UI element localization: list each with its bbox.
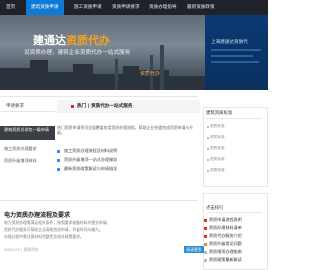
section-divider bbox=[0, 200, 198, 201]
ranking-item[interactable]: 资质增项办理指南 bbox=[209, 249, 242, 255]
standards-divider bbox=[206, 118, 262, 119]
standards-item[interactable]: 资质标准 bbox=[210, 146, 225, 151]
hero-building bbox=[0, 68, 30, 90]
standards-item[interactable]: 资质标准 bbox=[210, 168, 225, 173]
standards-title: 建筑资质标准 bbox=[206, 111, 233, 116]
hero-banner: 建通达资质代办 设资质办理，建筑企业资质代办一站式服务 上海建通达资质代 资质代… bbox=[0, 15, 268, 90]
ranking-item[interactable]: 资质办理材料清单 bbox=[209, 225, 242, 231]
nav-item-building-qualification[interactable]: 建筑资质申请 bbox=[26, 0, 64, 15]
article-meta: 2023-03 | 资质代办 bbox=[4, 247, 39, 252]
sidebar-item-active[interactable]: 建筑资质总承包一级申请 bbox=[0, 126, 55, 140]
news-bullet-text: 资质升级增项一站式办理服务 bbox=[64, 157, 118, 162]
hero-title: 建通达资质代办 bbox=[33, 32, 110, 48]
hero-side-line bbox=[211, 55, 253, 57]
list-dot-icon bbox=[207, 137, 209, 139]
news-panel: 热门 | 资质代办一站式服务 热门资质申请资讯全面覆盖各类资质办理流程，帮助企业… bbox=[57, 100, 200, 180]
list-dot-icon bbox=[207, 148, 209, 150]
bullet-icon bbox=[57, 149, 60, 153]
hero-building bbox=[30, 60, 48, 90]
hero-subtitle: 设资质办理，建筑企业资质代办一站式服务 bbox=[24, 50, 131, 56]
ranking-item[interactable]: 资质申请流程说明 bbox=[209, 217, 242, 223]
ranking-item[interactable]: 资质代办服务介绍 bbox=[209, 233, 242, 239]
hero-side-panel bbox=[205, 15, 268, 90]
hero-side-line bbox=[211, 49, 261, 51]
article-summary-line: 电力资质办理需满足相关条件，按照要求准备材料并提交申请。 bbox=[4, 220, 111, 225]
rank-badge-icon bbox=[204, 251, 207, 254]
article-summary-line: 办理过程中需注意材料完整性及相关政策要求。 bbox=[4, 234, 84, 239]
article-summary-line: 资质代办服务可帮助企业高效完成申请，节省时间与精力。 bbox=[4, 227, 103, 232]
ranking-title: 点击排行 bbox=[206, 206, 224, 211]
right-column: 建筑资质标准 资质标准 资质标准 资质标准 资质标准 资质标准 点击排行 资质申… bbox=[200, 95, 268, 270]
hero-building bbox=[169, 76, 205, 90]
standards-item[interactable]: 资质标准 bbox=[210, 124, 225, 129]
sidebar-title: 申请要求 bbox=[6, 104, 24, 109]
news-bullet[interactable]: 最新资质政策解读与申请指导 bbox=[57, 166, 200, 172]
hero-building bbox=[93, 74, 123, 90]
hero-building bbox=[73, 64, 93, 90]
top-nav: 首页 建筑资质申请 施工资质申请 资质申请要求 资质办理指导 最新资质政策 bbox=[0, 0, 268, 15]
hero-building bbox=[48, 72, 73, 90]
nav-item-guidance[interactable]: 资质办理指导 bbox=[149, 0, 177, 15]
standards-item[interactable]: 资质标准 bbox=[210, 157, 225, 162]
nav-item-policy[interactable]: 最新资质政策 bbox=[187, 0, 215, 15]
rank-badge-icon bbox=[204, 219, 207, 222]
article-title[interactable]: 电力资质办理流程及要求 bbox=[4, 210, 70, 219]
hero-watermark: 资质代办 bbox=[140, 71, 161, 77]
hero-tower bbox=[115, 59, 118, 90]
rank-badge-icon bbox=[204, 227, 207, 230]
article-card: 电力资质办理流程及要求 电力资质办理需满足相关条件，按照要求准备材料并提交申请。… bbox=[0, 210, 204, 270]
nav-item-requirements[interactable]: 资质申请要求 bbox=[112, 0, 140, 15]
sidebar-item[interactable]: 资质升级增项材料 bbox=[0, 158, 55, 164]
bullet-icon bbox=[57, 167, 60, 171]
news-paragraph: 热门资质申请资讯全面覆盖各类资质办理流程，帮助企业快速完成资质申请与升级。 bbox=[57, 125, 194, 135]
ranking-item[interactable]: 资质政策最新解读 bbox=[209, 257, 242, 263]
news-bullet[interactable]: 资质升级增项一站式办理服务 bbox=[57, 157, 200, 163]
sidebar-divider bbox=[0, 111, 55, 112]
sidebar-item[interactable]: 施工资质办理要求 bbox=[0, 146, 55, 152]
rank-badge-icon bbox=[204, 259, 207, 262]
hot-badge-icon bbox=[71, 105, 74, 108]
sidebar: 申请要求 建筑资质总承包一级申请 施工资质办理要求 资质升级增项材料 bbox=[0, 102, 55, 177]
news-headline[interactable]: 热门 | 资质代办一站式服务 bbox=[77, 103, 132, 109]
standards-item[interactable]: 资质标准 bbox=[210, 135, 225, 140]
news-bullet-text: 施工资质办理流程及材料说明 bbox=[64, 148, 118, 153]
bullet-icon bbox=[57, 158, 60, 162]
list-dot-icon bbox=[207, 159, 209, 161]
rank-badge-icon bbox=[204, 243, 207, 246]
hero-side-line bbox=[211, 61, 259, 63]
list-dot-icon bbox=[207, 126, 209, 128]
hero-title-prefix: 建通达 bbox=[33, 34, 66, 47]
news-bullet[interactable]: 施工资质办理流程及材料说明 bbox=[57, 148, 200, 154]
read-more-button[interactable]: 阅读更多 bbox=[184, 246, 204, 253]
news-bullet-text: 最新资质政策解读与申请指导 bbox=[64, 166, 118, 171]
ranking-divider bbox=[206, 212, 262, 213]
rank-badge-icon bbox=[204, 235, 207, 238]
list-dot-icon bbox=[207, 170, 209, 172]
hero-building bbox=[123, 66, 139, 90]
hero-side-title: 上海建通达资质代 bbox=[211, 40, 248, 45]
nav-item-home[interactable]: 首页 bbox=[6, 0, 15, 15]
section-divider bbox=[0, 96, 198, 97]
hero-title-accent: 资质代办 bbox=[66, 34, 110, 47]
hero-tower bbox=[160, 45, 164, 90]
nav-item-construction-qualification[interactable]: 施工资质申请 bbox=[74, 0, 102, 15]
ranking-item[interactable]: 资质升级常见问题 bbox=[209, 241, 242, 247]
